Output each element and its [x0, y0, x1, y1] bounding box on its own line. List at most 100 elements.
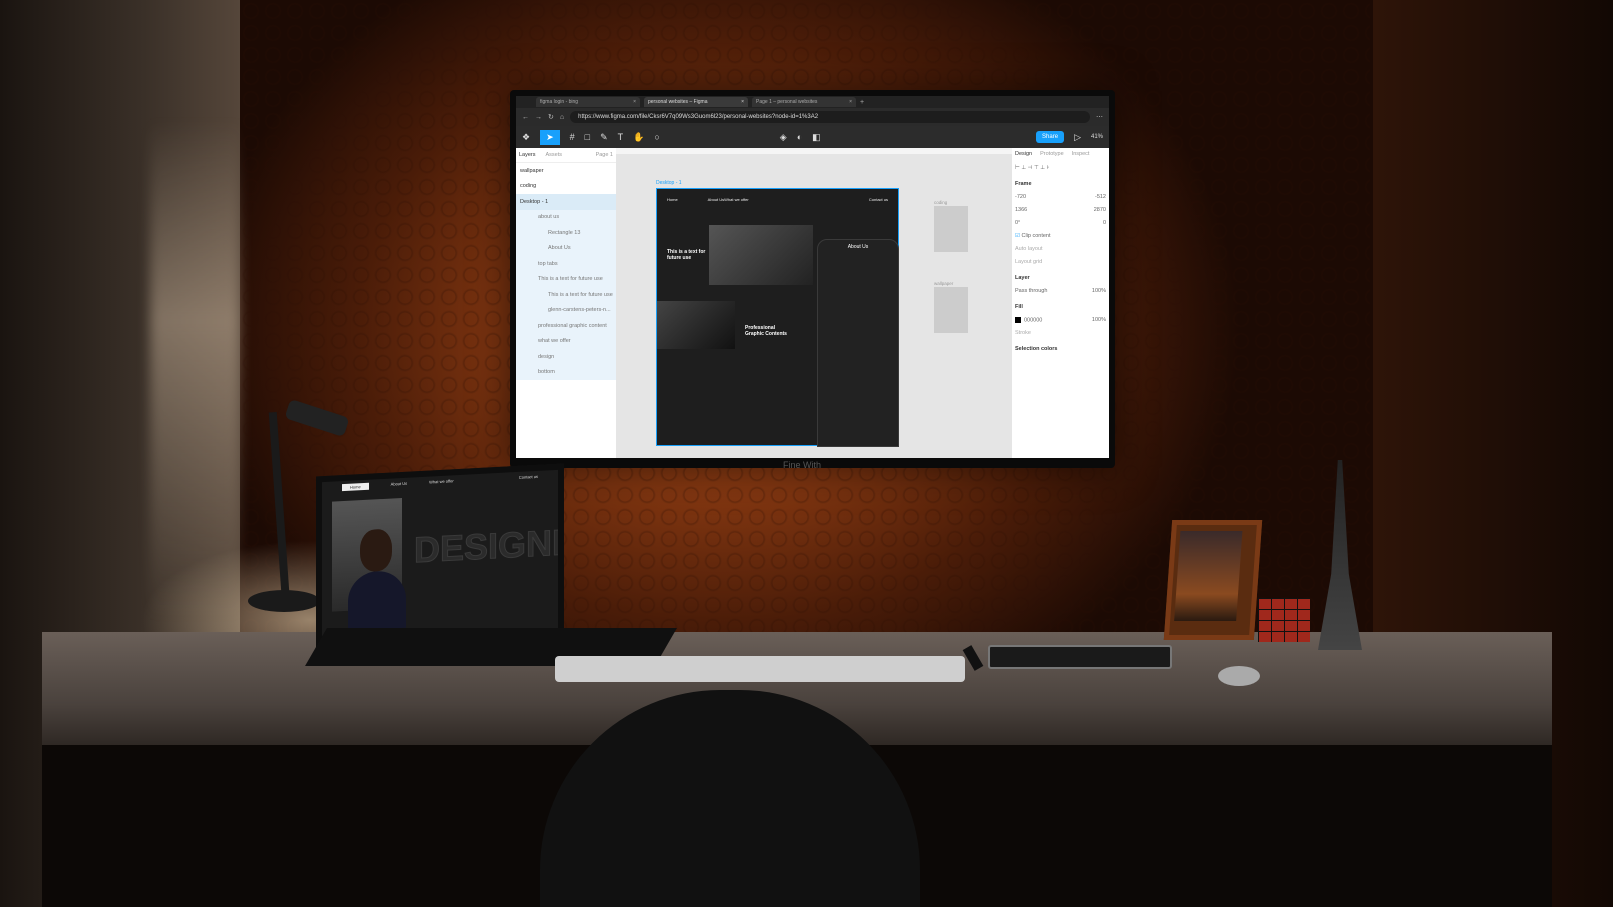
- layer-item[interactable]: glenn-carstens-peters-n...: [516, 302, 616, 318]
- side-frame-coding[interactable]: [934, 206, 968, 252]
- browser-tab[interactable]: personal websites – Figma ×: [644, 97, 748, 107]
- rotation-row: 0° 0: [1015, 220, 1106, 226]
- layer-item[interactable]: Desktop - 1: [516, 194, 616, 210]
- portrait-face: [360, 528, 392, 573]
- fill-color[interactable]: 000000: [1015, 317, 1042, 323]
- layer-section-label: Layer: [1015, 275, 1030, 281]
- w-field[interactable]: 1366: [1015, 207, 1027, 213]
- rotation-field[interactable]: 0°: [1015, 220, 1020, 226]
- layer-item[interactable]: Rectangle 13: [516, 225, 616, 241]
- comment-tool-icon[interactable]: ○: [654, 132, 659, 142]
- professional-text: Professional Graphic Contents: [745, 325, 787, 337]
- fill-opacity[interactable]: 100%: [1092, 317, 1106, 323]
- tab-layers[interactable]: Layers: [519, 152, 536, 158]
- side-frame-wallpaper[interactable]: [934, 287, 968, 333]
- tab-prototype[interactable]: Prototype: [1040, 151, 1064, 157]
- portrait-photo: [332, 497, 406, 631]
- blend-mode-select[interactable]: Pass through: [1015, 288, 1047, 294]
- back-icon[interactable]: ←: [522, 114, 529, 121]
- zoom-level[interactable]: 41%: [1091, 134, 1103, 140]
- side-frame-label: coding: [934, 200, 948, 205]
- clip-content-checkbox[interactable]: ☑ Clip content: [1015, 233, 1051, 239]
- monitor: figma login - bing × personal websites – …: [510, 90, 1115, 468]
- layer-item[interactable]: professional graphic content: [516, 318, 616, 334]
- properties-tabs: Design Prototype Inspect: [1015, 151, 1106, 157]
- layer-item[interactable]: bottom: [516, 364, 616, 380]
- hero-text: This is a text for future use: [667, 249, 706, 261]
- home-icon[interactable]: ⌂: [560, 114, 564, 121]
- selection-colors-label: Selection colors: [1015, 346, 1058, 353]
- figma-toolbar: ❖ ➤ # □ ✎ T ✋ ○ ◈ ◐ ◧ Share ▷ 41%: [516, 126, 1109, 148]
- side-frame-label: wallpaper: [934, 281, 954, 286]
- close-icon[interactable]: ×: [741, 99, 744, 105]
- boolean-icon[interactable]: ◧: [812, 132, 821, 143]
- new-tab-icon[interactable]: +: [860, 99, 864, 106]
- size-row: 1366 2870: [1015, 207, 1106, 213]
- forward-icon[interactable]: →: [535, 114, 542, 121]
- browser-tab[interactable]: figma login - bing ×: [536, 97, 640, 107]
- layout-grid-label[interactable]: Layout grid: [1015, 259, 1106, 265]
- browser-tab-bar: figma login - bing × personal websites – …: [516, 96, 1109, 108]
- tab-assets[interactable]: Assets: [546, 152, 563, 158]
- figma-menu-icon[interactable]: ❖: [522, 132, 530, 143]
- canvas-ruler: [616, 148, 1012, 154]
- x-field[interactable]: -720: [1015, 194, 1026, 200]
- h-field[interactable]: 2870: [1094, 207, 1106, 213]
- url-field[interactable]: https://www.figma.com/file/Cksr6V7q09Ws3…: [570, 111, 1090, 123]
- radius-field[interactable]: 0: [1103, 220, 1106, 226]
- mask-icon[interactable]: ◐: [797, 132, 802, 142]
- present-icon[interactable]: ▷: [1074, 132, 1081, 143]
- frame-tool-icon[interactable]: #: [570, 132, 575, 142]
- layer-item[interactable]: coding: [516, 179, 616, 195]
- desktop-frame[interactable]: Home About Us What we offer Contact us T…: [656, 188, 899, 447]
- keyboard: [555, 656, 965, 682]
- share-button[interactable]: Share: [1036, 131, 1065, 143]
- opacity-field[interactable]: 100%: [1092, 288, 1106, 294]
- figma-workspace: Layers Assets Page 1 wallpaper coding De…: [516, 148, 1109, 458]
- layers-panel-header: Layers Assets Page 1: [516, 148, 616, 163]
- laptop-screen: Home About Us What we offer Contact us D…: [316, 463, 564, 649]
- drawing-tablet: [988, 645, 1172, 669]
- content-image: [657, 301, 735, 349]
- stroke-label[interactable]: Stroke: [1015, 330, 1106, 336]
- layer-item[interactable]: This is a text for future use: [516, 287, 616, 303]
- y-field[interactable]: -512: [1095, 194, 1106, 200]
- shape-tool-icon[interactable]: □: [585, 132, 590, 142]
- layer-item[interactable]: This is a text for future use: [516, 271, 616, 287]
- move-tool-icon[interactable]: ➤: [540, 129, 560, 145]
- component-icon[interactable]: ◈: [780, 132, 787, 143]
- align-tools[interactable]: ⊢ ⊥ ⊣ ⊤ ⊥ ⊦: [1015, 165, 1106, 171]
- more-icon[interactable]: ⋯: [1096, 113, 1103, 121]
- refresh-icon[interactable]: ↻: [548, 113, 554, 121]
- frame-label[interactable]: Desktop - 1: [656, 180, 682, 186]
- mouse: [1218, 666, 1260, 686]
- laptop-nav-offer: What we offer: [429, 478, 454, 485]
- nav-offer: What we offer: [724, 197, 749, 202]
- hand-tool-icon[interactable]: ✋: [633, 132, 644, 143]
- auto-layout-label[interactable]: Auto layout: [1015, 246, 1106, 252]
- fill-swatch[interactable]: [1015, 317, 1021, 323]
- layer-item[interactable]: what we offer: [516, 333, 616, 349]
- figma-canvas[interactable]: Desktop - 1 Home About Us What we offer …: [616, 148, 1012, 458]
- layer-item[interactable]: top tabs: [516, 256, 616, 272]
- close-icon[interactable]: ×: [849, 99, 852, 105]
- nav-home: Home: [667, 197, 678, 202]
- picture-frame: [1163, 520, 1263, 640]
- fill-row: 000000 100%: [1015, 317, 1106, 323]
- close-icon[interactable]: ×: [633, 99, 636, 105]
- text-tool-icon[interactable]: T: [618, 132, 624, 142]
- frame-section-label[interactable]: Frame: [1015, 181, 1106, 187]
- browser-tab[interactable]: Page 1 – personal websites ×: [752, 97, 856, 107]
- layer-item[interactable]: design: [516, 349, 616, 365]
- nav-about: About Us: [707, 197, 725, 202]
- tab-design[interactable]: Design: [1015, 151, 1032, 157]
- layer-item[interactable]: wallpaper: [516, 163, 616, 179]
- layer-item[interactable]: About Us: [516, 240, 616, 256]
- page-selector[interactable]: Page 1: [596, 152, 613, 158]
- layer-item[interactable]: about us: [516, 209, 616, 225]
- layers-panel: Layers Assets Page 1 wallpaper coding De…: [516, 148, 616, 458]
- portrait-body: [348, 569, 406, 631]
- pen-tool-icon[interactable]: ✎: [600, 132, 608, 143]
- laptop-nav-about: About Us: [390, 480, 408, 487]
- tab-inspect[interactable]: Inspect: [1072, 151, 1090, 157]
